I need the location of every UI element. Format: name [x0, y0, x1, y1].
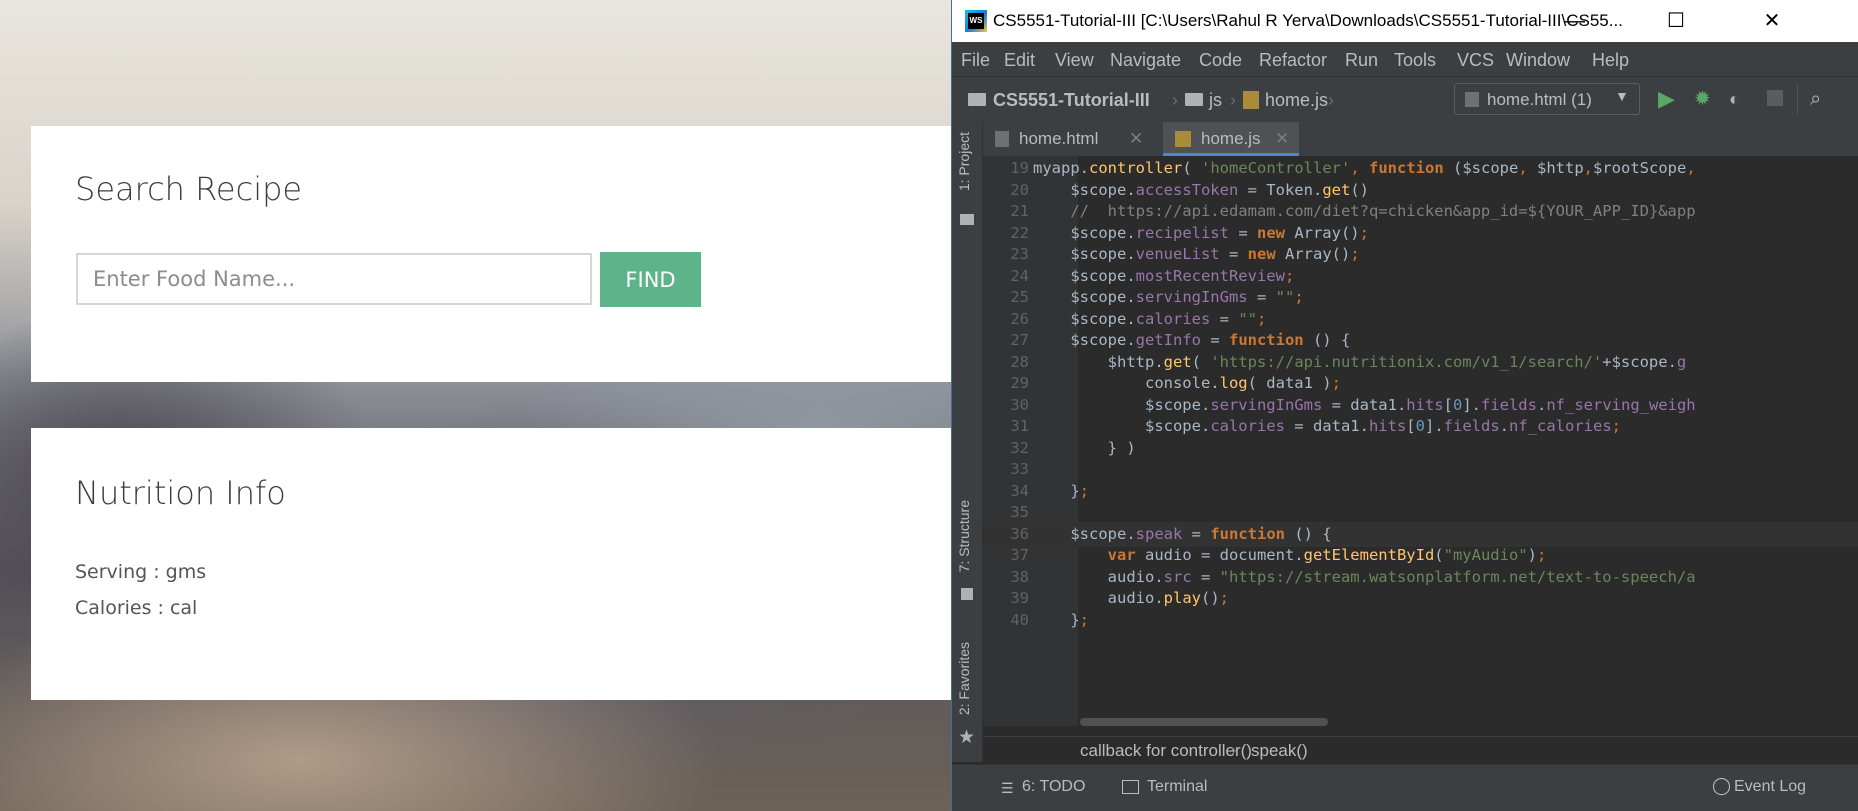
search-recipe-card: Search Recipe FIND — [31, 126, 951, 382]
nutrition-info-card: Nutrition Info Serving : gms Calories : … — [31, 428, 951, 700]
terminal-icon — [1122, 780, 1139, 794]
window-title: CS5551-Tutorial-III [C:\Users\Rahul R Ye… — [993, 11, 1623, 30]
menu-tools[interactable]: Tools — [1394, 50, 1436, 71]
find-button[interactable]: FIND — [600, 252, 701, 307]
breadcrumb-folder[interactable]: js — [1209, 90, 1222, 111]
coverage-icon[interactable]: ◐ — [1729, 88, 1751, 110]
menu-view[interactable]: View — [1055, 50, 1094, 71]
code-text: }; — [1033, 610, 1090, 629]
title-bar[interactable]: WS CS5551-Tutorial-III [C:\Users\Rahul R… — [952, 0, 1858, 42]
menu-window[interactable]: Window — [1506, 50, 1570, 71]
html-file-icon — [1465, 92, 1479, 107]
breadcrumb-separator: › — [1328, 90, 1334, 110]
horizontal-scrollbar[interactable] — [1080, 718, 1328, 726]
food-name-input[interactable] — [76, 253, 592, 305]
menu-run[interactable]: Run — [1345, 50, 1378, 71]
js-file-icon — [1243, 91, 1259, 109]
calories-text: Calories : cal — [75, 597, 198, 619]
menu-help[interactable]: Help — [1592, 50, 1629, 71]
breadcrumb-separator: › — [1172, 90, 1178, 110]
menu-bar: File Edit View Navigate Code Refactor Ru… — [952, 42, 1858, 76]
debug-icon[interactable]: ✹ — [1694, 88, 1716, 110]
project-panel-tab[interactable]: 1: Project — [956, 132, 972, 191]
menu-navigate[interactable]: Navigate — [1110, 50, 1181, 71]
todo-tab[interactable]: 6: TODO — [1022, 778, 1085, 796]
folder-icon — [1185, 93, 1203, 106]
close-tab-icon[interactable]: ✕ — [1275, 122, 1289, 156]
close-button[interactable]: ✕ — [1747, 5, 1797, 37]
left-tool-strip: 1: Project 7: Structure 2: Favorites ★ — [952, 122, 983, 762]
js-file-icon — [1175, 131, 1191, 147]
webstorm-logo-icon: WS — [965, 10, 987, 32]
run-configuration-select[interactable]: home.html (1) ▼ — [1454, 83, 1640, 115]
breadcrumb-separator: › — [1231, 740, 1237, 759]
run-icon[interactable]: ▶ — [1658, 88, 1680, 110]
menu-edit[interactable]: Edit — [1004, 50, 1035, 71]
tab-home-js[interactable]: home.js ✕ — [1163, 122, 1299, 156]
code-line[interactable]: 40 }; — [983, 608, 1858, 633]
code-breadcrumb-controller[interactable]: callback for controller() — [1080, 741, 1252, 761]
stop-icon[interactable] — [1767, 90, 1783, 106]
tab-home-html[interactable]: home.html ✕ — [989, 122, 1149, 156]
navigation-bar: CS5551-Tutorial-III › js › home.js › hom… — [952, 76, 1858, 123]
terminal-tab[interactable]: Terminal — [1147, 778, 1207, 796]
folder-icon — [960, 214, 974, 225]
structure-icon — [961, 588, 973, 600]
chevron-down-icon: ▼ — [1615, 88, 1629, 104]
toolbar-divider — [1797, 84, 1798, 114]
editor-tabs: home.html ✕ home.js ✕ — [983, 122, 1858, 156]
breadcrumb-project[interactable]: CS5551-Tutorial-III — [993, 90, 1150, 111]
menu-file[interactable]: File — [961, 50, 990, 71]
serving-text: Serving : gms — [75, 561, 207, 583]
search-icon[interactable]: ⌕ — [1810, 88, 1832, 110]
code-breadcrumb-speak[interactable]: speak() — [1251, 741, 1308, 761]
folder-icon — [968, 93, 986, 106]
webstorm-window: WS CS5551-Tutorial-III [C:\Users\Rahul R… — [951, 0, 1858, 811]
code-editor[interactable]: 19 myapp.controller( 'homeController', fu… — [983, 156, 1858, 726]
maximize-button[interactable]: ☐ — [1651, 5, 1701, 37]
search-recipe-title: Search Recipe — [75, 170, 303, 208]
minimize-button[interactable]: — — [1550, 5, 1600, 37]
html-file-icon — [995, 131, 1009, 147]
breadcrumb-file[interactable]: home.js — [1265, 90, 1328, 111]
breadcrumb-separator: › — [1230, 90, 1236, 110]
todo-icon: ☰ — [1001, 780, 1014, 796]
line-number: 40 — [1010, 610, 1029, 629]
structure-panel-tab[interactable]: 7: Structure — [956, 500, 972, 572]
favorites-panel-tab[interactable]: 2: Favorites — [956, 642, 972, 715]
menu-refactor[interactable]: Refactor — [1259, 50, 1327, 71]
star-icon: ★ — [958, 727, 976, 748]
nutrition-info-title: Nutrition Info — [75, 474, 286, 512]
tool-window-bar: ☰ 6: TODO Terminal ◯ Event Log — [952, 764, 1858, 811]
menu-code[interactable]: Code — [1199, 50, 1242, 71]
close-tab-icon[interactable]: ✕ — [1129, 122, 1143, 156]
event-log-icon: ◯ — [1712, 776, 1732, 795]
event-log-tab[interactable]: Event Log — [1734, 778, 1806, 796]
code-breadcrumbs: callback for controller() › speak() — [983, 736, 1858, 765]
menu-vcs[interactable]: VCS — [1457, 50, 1494, 71]
